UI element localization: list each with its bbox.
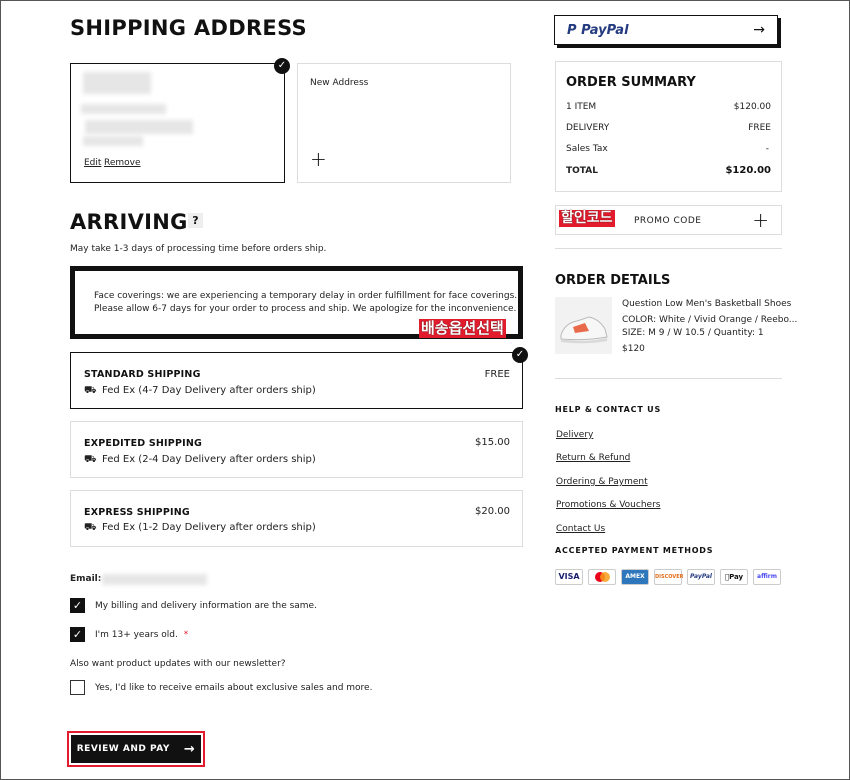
- product-size: SIZE: M 9 / W 10.5 / Quantity: 1: [622, 328, 764, 338]
- annotation-shipping-option: 배송옵션선택: [419, 319, 506, 338]
- processing-note: May take 1-3 days of processing time bef…: [70, 244, 327, 254]
- order-details-title: ORDER DETAILS: [555, 273, 671, 288]
- divider: [555, 378, 782, 379]
- shipping-option-carrier: Fed Ex (4-7 Day Delivery after orders sh…: [102, 385, 316, 396]
- selected-check-icon: ✓: [274, 58, 290, 74]
- visa-icon: VISA: [555, 569, 583, 585]
- annotation-promo-code: 할인코드: [559, 210, 615, 227]
- selected-check-icon: ✓: [512, 347, 528, 363]
- address-line-redacted: [85, 120, 193, 134]
- shipping-address-title: SHIPPING ADDRESS: [70, 16, 307, 40]
- review-and-pay-button[interactable]: REVIEW AND PAY →: [71, 735, 201, 763]
- email-value-redacted: [102, 574, 207, 585]
- product-color: COLOR: White / Vivid Orange / Reebo...: [622, 315, 798, 325]
- arrow-right-icon: →: [753, 22, 765, 38]
- summary-total-value: $120.00: [725, 165, 771, 176]
- saved-address-card[interactable]: Edit Remove: [70, 63, 285, 183]
- divider: [555, 248, 782, 249]
- order-summary-card: ORDER SUMMARY 1 ITEM $120.00 DELIVERY FR…: [555, 61, 782, 192]
- product-image: [555, 297, 612, 354]
- email-label: Email:: [70, 574, 102, 584]
- mastercard-icon: [588, 569, 616, 585]
- affirm-icon: affirm: [753, 569, 781, 585]
- payment-methods-title: ACCEPTED PAYMENT METHODS: [555, 546, 714, 555]
- apple-pay-icon: Pay: [720, 569, 748, 585]
- paypal-label: PayPal: [581, 22, 629, 38]
- help-contact-title: HELP & CONTACT US: [555, 405, 662, 414]
- fast-truck-icon: ⛟: [84, 522, 97, 533]
- paypal-icon: PayPal: [687, 569, 715, 585]
- help-link-promotions[interactable]: Promotions & Vouchers: [556, 500, 660, 510]
- plus-icon: +: [310, 147, 327, 171]
- shipping-option-price: $15.00: [475, 437, 510, 448]
- remove-address-link[interactable]: Remove: [104, 158, 141, 168]
- summary-row-label: Sales Tax: [566, 144, 608, 154]
- billing-same-checkbox[interactable]: ✓: [70, 598, 85, 613]
- paypal-button[interactable]: P PayPal →: [554, 15, 778, 45]
- promo-code-row[interactable]: 할인코드 PROMO CODE +: [555, 205, 782, 235]
- promo-code-label: PROMO CODE: [634, 216, 702, 226]
- discover-icon: DISCOVER: [654, 569, 684, 585]
- product-name: Question Low Men's Basketball Shoes: [622, 299, 792, 309]
- address-line-redacted: [83, 136, 143, 146]
- required-mark: *: [183, 630, 189, 640]
- product-price: $120: [622, 344, 645, 354]
- newsletter-label: Yes, I'd like to receive emails about ex…: [95, 683, 373, 693]
- newsletter-checkbox[interactable]: [70, 680, 85, 695]
- shipping-option-price: $20.00: [475, 506, 510, 517]
- arrow-right-icon: →: [183, 741, 196, 757]
- summary-total-label: TOTAL: [566, 166, 598, 176]
- truck-icon: ⛟: [84, 454, 97, 465]
- notice-line-2: Please allow 6-7 days for your order to …: [94, 304, 517, 314]
- help-link-delivery[interactable]: Delivery: [556, 430, 593, 440]
- paypal-p-mark: P: [567, 22, 577, 38]
- shipping-option-title: EXPEDITED SHIPPING: [84, 438, 202, 449]
- truck-icon: ⛟: [84, 385, 97, 396]
- newsletter-question: Also want product updates with our newsl…: [70, 659, 286, 669]
- shipping-option-express[interactable]: EXPRESS SHIPPING $20.00 ⛟ Fed Ex (1-2 Day…: [70, 490, 523, 547]
- shipping-option-title: STANDARD SHIPPING: [84, 369, 201, 380]
- summary-row-value: -: [765, 144, 769, 154]
- new-address-label: New Address: [310, 78, 369, 88]
- new-address-card[interactable]: New Address +: [297, 63, 511, 183]
- shipping-option-carrier: Fed Ex (2-4 Day Delivery after orders sh…: [102, 454, 316, 465]
- help-question-icon[interactable]: ?: [188, 213, 203, 228]
- address-name-redacted: [83, 72, 151, 94]
- edit-address-link[interactable]: Edit: [84, 158, 101, 168]
- help-link-ordering-payment[interactable]: Ordering & Payment: [556, 477, 648, 487]
- summary-row-label: 1 ITEM: [566, 102, 597, 112]
- summary-row-value: $120.00: [733, 102, 771, 112]
- summary-row-value: FREE: [748, 123, 771, 133]
- plus-icon: +: [752, 208, 769, 232]
- shipping-option-carrier: Fed Ex (1-2 Day Delivery after orders sh…: [102, 522, 316, 533]
- age-checkbox[interactable]: ✓: [70, 627, 85, 642]
- billing-same-label: My billing and delivery information are …: [95, 601, 317, 611]
- help-link-contact-us[interactable]: Contact Us: [556, 524, 605, 534]
- notice-line-1: Face coverings: we are experiencing a te…: [94, 291, 518, 301]
- help-link-return-refund[interactable]: Return & Refund: [556, 453, 630, 463]
- order-summary-title: ORDER SUMMARY: [566, 75, 696, 90]
- shipping-option-standard[interactable]: STANDARD SHIPPING FREE ⛟ Fed Ex (4-7 Day …: [70, 352, 523, 409]
- summary-row-label: DELIVERY: [566, 123, 610, 133]
- arriving-title: ARRIVING: [70, 210, 188, 234]
- shipping-option-price: FREE: [484, 369, 510, 380]
- review-button-highlight: REVIEW AND PAY →: [67, 731, 205, 767]
- review-and-pay-label: REVIEW AND PAY: [76, 744, 170, 754]
- age-label: I'm 13+ years old.: [95, 630, 178, 640]
- amex-icon: AMEX: [621, 569, 649, 585]
- address-line-redacted: [81, 104, 166, 114]
- shipping-option-expedited[interactable]: EXPEDITED SHIPPING $15.00 ⛟ Fed Ex (2-4 D…: [70, 421, 523, 478]
- paypal-logo: P PayPal: [567, 23, 629, 38]
- shipping-option-title: EXPRESS SHIPPING: [84, 507, 190, 518]
